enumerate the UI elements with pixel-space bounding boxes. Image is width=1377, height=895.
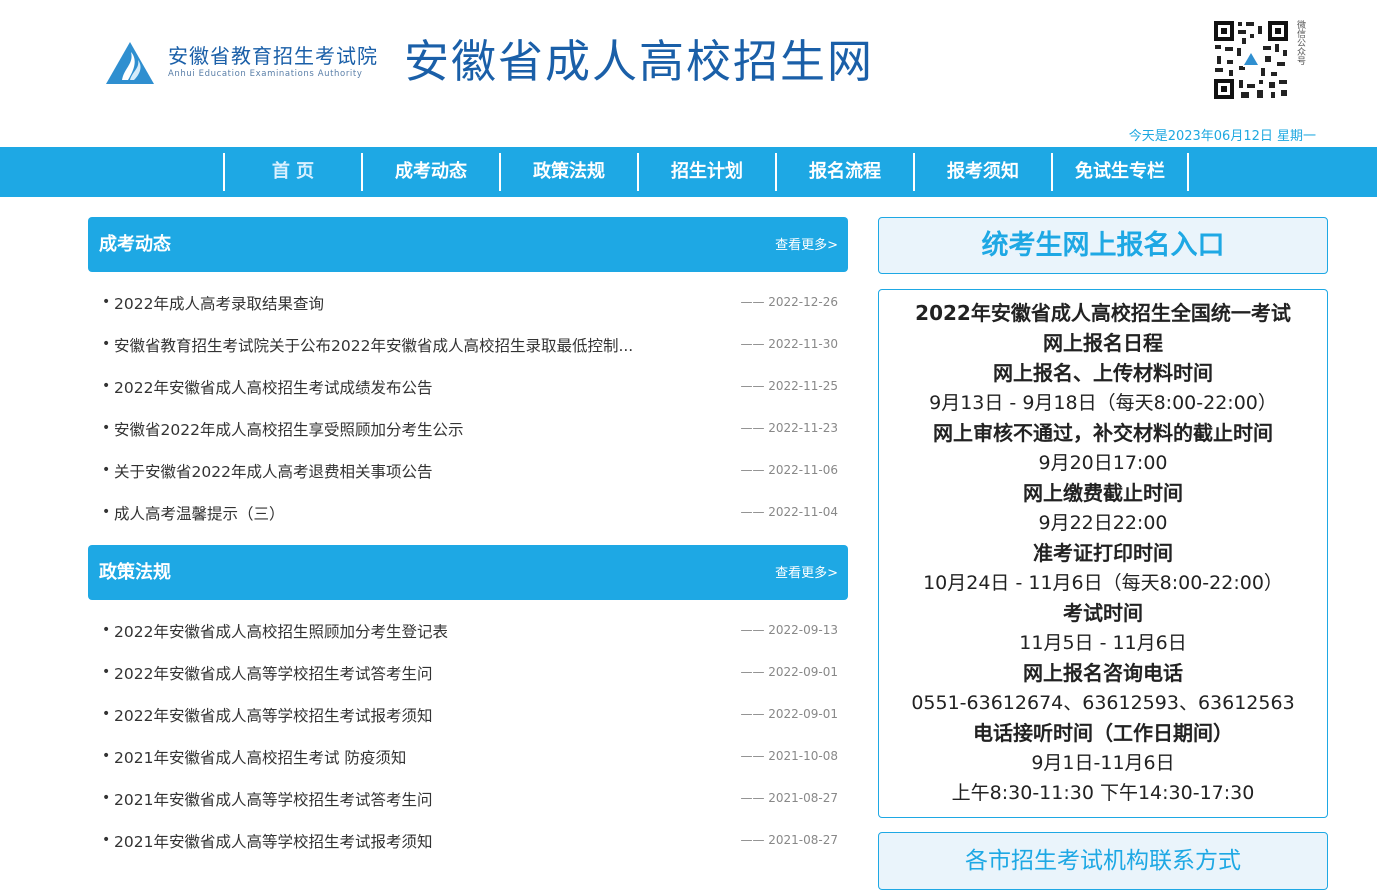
news-link[interactable]: 2022年安徽省成人高校招生考试成绩发布公告 bbox=[114, 376, 432, 398]
qr-label: 微信公众号 bbox=[1295, 20, 1305, 65]
policy-link[interactable]: 2021年安徽省成人高等学校招生考试答考生问 bbox=[114, 788, 432, 810]
policy-date: —— 2021-10-08 bbox=[740, 749, 838, 763]
news-link[interactable]: 成人高考温馨提示（三） bbox=[114, 502, 285, 524]
nav-item-news[interactable]: 成考动态 bbox=[361, 153, 499, 191]
news-link[interactable]: 关于安徽省2022年成人高考退费相关事项公告 bbox=[114, 460, 432, 482]
news-section-header: 成考动态 查看更多> bbox=[88, 217, 848, 272]
list-item: • 成人高考温馨提示（三） —— 2022-11-04 bbox=[88, 493, 848, 535]
nav-item-exempt[interactable]: 免试生专栏 bbox=[1051, 153, 1189, 191]
nav-item-plan[interactable]: 招生计划 bbox=[637, 153, 775, 191]
schedule-value: 上午8:30-11:30 下午14:30-17:30 bbox=[951, 782, 1255, 804]
bullet-icon: • bbox=[102, 622, 111, 638]
policy-link[interactable]: 2021年安徽省成人高等学校招生考试报考须知 bbox=[114, 830, 432, 852]
policy-link[interactable]: 2021年安徽省成人高校招生考试 防疫须知 bbox=[114, 746, 406, 768]
online-registration-button[interactable]: 统考生网上报名入口 bbox=[878, 217, 1328, 274]
org-name-en: Anhui Education Examinations Authority bbox=[168, 69, 363, 79]
policy-date: —— 2021-08-27 bbox=[740, 833, 838, 847]
org-name[interactable]: 安徽省教育招生考试院 Anhui Education Examinations … bbox=[168, 44, 378, 79]
nav-item-process[interactable]: 报名流程 bbox=[775, 153, 913, 191]
policy-date: —— 2021-08-27 bbox=[740, 791, 838, 805]
news-link[interactable]: 安徽省教育招生考试院关于公布2022年安徽省成人高校招生录取最低控制... bbox=[114, 334, 633, 356]
bullet-icon: • bbox=[102, 504, 111, 520]
bullet-icon: • bbox=[102, 294, 111, 310]
list-item: • 关于安徽省2022年成人高考退费相关事项公告 —— 2022-11-06 bbox=[88, 451, 848, 493]
bullet-icon: • bbox=[102, 378, 111, 394]
list-item: • 2022年安徽省成人高等学校招生考试答考生问 —— 2022-09-01 bbox=[88, 653, 848, 695]
schedule-value: 10月24日 - 11月6日（每天8:00-22:00） bbox=[923, 572, 1283, 594]
news-date: —— 2022-11-23 bbox=[740, 421, 838, 435]
policy-link[interactable]: 2022年安徽省成人高等学校招生考试报考须知 bbox=[114, 704, 432, 726]
policy-section-header: 政策法规 查看更多> bbox=[88, 545, 848, 600]
news-date: —— 2022-11-25 bbox=[740, 379, 838, 393]
more-link[interactable]: 查看更多> bbox=[775, 545, 838, 603]
bullet-icon: • bbox=[102, 790, 111, 806]
policy-date: —— 2022-09-01 bbox=[740, 665, 838, 679]
policy-link[interactable]: 2022年安徽省成人高等学校招生考试答考生问 bbox=[114, 662, 432, 684]
list-item: • 2022年安徽省成人高等学校招生考试报考须知 —— 2022-09-01 bbox=[88, 695, 848, 737]
list-item: • 2021年安徽省成人高等学校招生考试答考生问 —— 2021-08-27 bbox=[88, 779, 848, 821]
left-column: 成考动态 查看更多> • 2022年成人高考录取结果查询 —— 2022-12-26… bbox=[88, 217, 848, 873]
policy-date: —— 2022-09-13 bbox=[740, 623, 838, 637]
news-date: —— 2022-11-04 bbox=[740, 505, 838, 519]
nav-item-notice[interactable]: 报考须知 bbox=[913, 153, 1051, 191]
list-item: • 安徽省2022年成人高校招生享受照顾加分考生公示 —— 2022-11-23 bbox=[88, 409, 848, 451]
news-link[interactable]: 2022年成人高考录取结果查询 bbox=[114, 292, 324, 314]
list-item: • 2021年安徽省成人高等学校招生考试报考须知 —— 2021-08-27 bbox=[88, 821, 848, 863]
schedule-heading: 网上报名日程 bbox=[1043, 331, 1163, 355]
schedule-label: 考试时间 bbox=[1063, 601, 1143, 625]
schedule-heading: 2022年安徽省成人高校招生全国统一考试 bbox=[915, 301, 1291, 325]
list-item: • 2022年成人高考录取结果查询 —— 2022-12-26 bbox=[88, 283, 848, 325]
schedule-value: 9月20日17:00 bbox=[1038, 452, 1168, 474]
list-item: • 2022年安徽省成人高校招生照顾加分考生登记表 —— 2022-09-13 bbox=[88, 611, 848, 653]
schedule-label: 网上报名、上传材料时间 bbox=[993, 361, 1213, 385]
main-nav: 首 页 成考动态 政策法规 招生计划 报名流程 报考须知 免试生专栏 bbox=[0, 147, 1377, 197]
nav-item-home[interactable]: 首 页 bbox=[223, 153, 361, 191]
policy-link[interactable]: 2022年安徽省成人高校招生照顾加分考生登记表 bbox=[114, 620, 448, 642]
schedule-label: 电话接听时间（工作日期间） bbox=[973, 721, 1233, 745]
more-link[interactable]: 查看更多> bbox=[775, 217, 838, 275]
schedule-value: 0551-63612674、63612593、63612563 bbox=[911, 692, 1295, 714]
site-title: 安徽省成人高校招生网 bbox=[404, 35, 875, 88]
bullet-icon: • bbox=[102, 336, 111, 352]
policy-list: • 2022年安徽省成人高校招生照顾加分考生登记表 —— 2022-09-13 • 2… bbox=[88, 600, 848, 863]
bullet-icon: • bbox=[102, 748, 111, 764]
schedule-value: 9月1日-11月6日 bbox=[1031, 752, 1175, 774]
list-item: • 2022年安徽省成人高校招生考试成绩发布公告 —— 2022-11-25 bbox=[88, 367, 848, 409]
schedule-label: 网上报名咨询电话 bbox=[1023, 661, 1183, 685]
city-contacts-button[interactable]: 各市招生考试机构联系方式 bbox=[878, 832, 1328, 890]
bullet-icon: • bbox=[102, 832, 111, 848]
news-date: —— 2022-11-30 bbox=[740, 337, 838, 351]
news-date: —— 2022-12-26 bbox=[740, 295, 838, 309]
section-title: 成考动态 bbox=[99, 234, 171, 255]
right-column: 统考生网上报名入口 2022年安徽省成人高校招生全国统一考试 网上报名日程 网上… bbox=[878, 217, 1328, 890]
nav-item-policy[interactable]: 政策法规 bbox=[499, 153, 637, 191]
news-link[interactable]: 安徽省2022年成人高校招生享受照顾加分考生公示 bbox=[114, 418, 463, 440]
qr-code-icon bbox=[1213, 20, 1289, 100]
section-title: 政策法规 bbox=[99, 562, 171, 583]
schedule-label: 网上审核不通过，补交材料的截止时间 bbox=[933, 421, 1273, 445]
bullet-icon: • bbox=[102, 420, 111, 436]
policy-date: —— 2022-09-01 bbox=[740, 707, 838, 721]
schedule-label: 准考证打印时间 bbox=[1033, 541, 1173, 565]
schedule-value: 11月5日 - 11月6日 bbox=[1019, 632, 1187, 654]
schedule-label: 网上缴费截止时间 bbox=[1023, 481, 1183, 505]
list-item: • 2021年安徽省成人高校招生考试 防疫须知 —— 2021-10-08 bbox=[88, 737, 848, 779]
schedule-value: 9月13日 - 9月18日（每天8:00-22:00） bbox=[929, 392, 1277, 414]
schedule-value: 9月22日22:00 bbox=[1038, 512, 1168, 534]
news-date: —— 2022-11-06 bbox=[740, 463, 838, 477]
bullet-icon: • bbox=[102, 462, 111, 478]
list-item: • 安徽省教育招生考试院关于公布2022年安徽省成人高校招生录取最低控制... ——… bbox=[88, 325, 848, 367]
news-list: • 2022年成人高考录取结果查询 —— 2022-12-26 • 安徽省教育招生考试… bbox=[88, 272, 848, 535]
org-name-cn: 安徽省教育招生考试院 bbox=[168, 44, 378, 68]
header: 安徽省教育招生考试院 Anhui Education Examinations … bbox=[0, 0, 1377, 147]
today-date: 今天是2023年06月12日 星期一 bbox=[1128, 129, 1316, 144]
mountain-logo-icon[interactable] bbox=[104, 40, 156, 86]
bullet-icon: • bbox=[102, 664, 111, 680]
bullet-icon: • bbox=[102, 706, 111, 722]
registration-schedule: 2022年安徽省成人高校招生全国统一考试 网上报名日程 网上报名、上传材料时间 … bbox=[878, 289, 1328, 818]
